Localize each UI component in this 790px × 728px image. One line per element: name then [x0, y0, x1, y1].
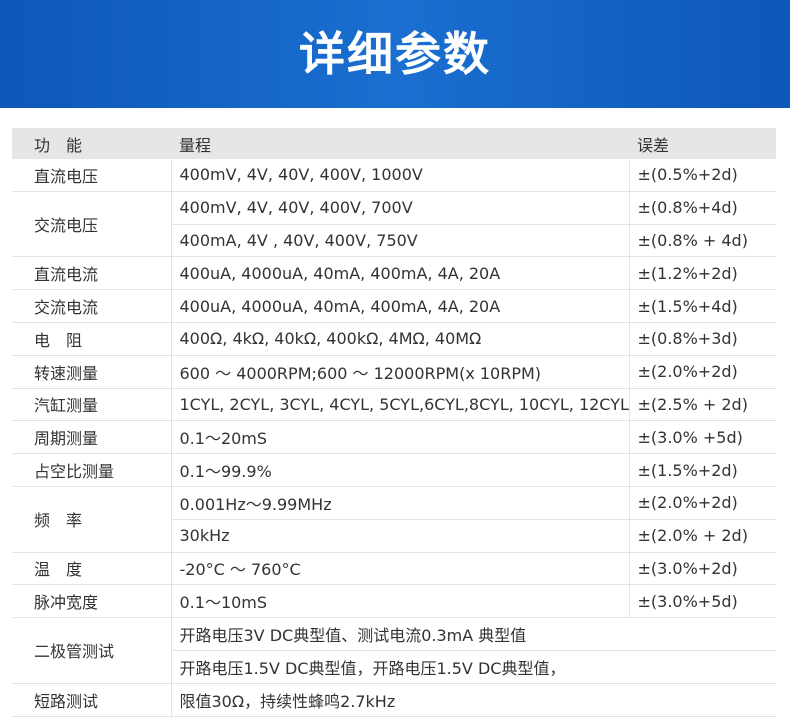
table-row: 电 阻 400Ω, 4kΩ, 40kΩ, 400kΩ, 4MΩ, 40MΩ ±(0.…	[12, 322, 776, 356]
cell-error: ±(2.0% + 2d)	[629, 519, 776, 553]
cell-error: ±(0.8%+4d)	[629, 191, 776, 225]
cell-range: 400Ω, 4kΩ, 40kΩ, 400kΩ, 4MΩ, 40MΩ	[171, 322, 630, 356]
header-range: 量程	[171, 128, 629, 159]
table-row: 交流电压 400mV, 4V, 40V, 400V, 700V ±(0.8%+4d)	[12, 191, 776, 258]
cell-range: 限值30Ω，持续性蜂鸣2.7kHz	[171, 683, 776, 717]
cell-error: ±(1.5%+4d)	[629, 289, 776, 323]
cell-function: 周期测量	[12, 420, 172, 455]
cell-error: ±(0.8%+3d)	[629, 322, 776, 356]
cell-error: ±(0.8% + 4d)	[629, 224, 776, 258]
cell-error: ±(3.0%+5d)	[629, 584, 776, 619]
cell-function: 占空比测量	[12, 453, 172, 487]
cell-range: 30kHz	[171, 519, 630, 553]
table-header-row: 功 能 量程 误差	[12, 128, 776, 159]
table-row: 温 度 -20°C ～ 760°C ±(3.0%+2d)	[12, 552, 776, 586]
cell-error: ±(1.2%+2d)	[629, 256, 776, 291]
cell-range: 400uA, 4000uA, 40mA, 400mA, 4A, 20A	[171, 256, 630, 291]
page-title: 详细参数	[299, 27, 491, 81]
cell-error: ±(2.5% + 2d)	[629, 388, 776, 422]
table-row: 占空比测量 0.1～99.9% ±(1.5%+2d)	[12, 453, 776, 487]
cell-range: 600 ～ 4000RPM;600 ～ 12000RPM(x 10RPM)	[171, 355, 630, 389]
table-row: 交流电流 400uA, 4000uA, 40mA, 400mA, 4A, 20A ±…	[12, 289, 776, 323]
cell-function: 频 率	[12, 486, 172, 553]
table-row: 转速测量 600 ～ 4000RPM;600 ～ 12000RPM(x 10RPM…	[12, 355, 776, 389]
header-banner: 详细参数	[0, 0, 790, 108]
cell-range: 400mA, 4V , 40V, 400V, 750V	[171, 224, 630, 258]
cell-error: ±(2.0%+2d)	[629, 486, 776, 520]
table-row: 二极管测试 开路电压3V DC典型值、测试电流0.3mA 典型值	[12, 617, 776, 684]
cell-function: 直流电压	[12, 159, 172, 192]
cell-range: 开路电压1.5V DC典型值，开路电压1.5V DC典型值，	[171, 650, 776, 684]
cell-function: 电 阻	[12, 322, 172, 356]
cell-function: 温 度	[12, 552, 172, 586]
cell-function: 二极管测试	[12, 617, 172, 684]
table-row: 短路测试 限值30Ω，持续性蜂鸣2.7kHz	[12, 683, 776, 717]
cell-function: 交流电压	[12, 191, 172, 258]
cell-range: 1CYL, 2CYL, 3CYL, 4CYL, 5CYL,6CYL,8CYL, …	[171, 388, 630, 422]
cell-error: ±(3.0%+2d)	[629, 552, 776, 586]
cell-function: 短路测试	[12, 683, 172, 717]
spec-table: 功 能 量程 误差 直流电压 400mV, 4V, 40V, 400V, 1000…	[12, 128, 776, 717]
header-error: 误差	[629, 128, 776, 159]
header-function: 功 能	[12, 128, 171, 159]
cell-function: 交流电流	[12, 289, 172, 323]
cell-range: 0.1～99.9%	[171, 453, 630, 487]
cell-range: 开路电压3V DC典型值、测试电流0.3mA 典型值	[171, 617, 776, 651]
table-row: 脉冲宽度 0.1～10mS ±(3.0%+5d)	[12, 584, 776, 619]
table-row: 频 率 0.001Hz～9.99MHz ±(2.0%+2d)	[12, 486, 776, 553]
cell-range: -20°C ～ 760°C	[171, 552, 630, 586]
table-row: 直流电流 400uA, 4000uA, 40mA, 400mA, 4A, 20A ±…	[12, 256, 776, 291]
cell-function: 脉冲宽度	[12, 584, 172, 619]
cell-range: 0.1～20mS	[171, 420, 630, 455]
cell-error: ±(1.5%+2d)	[629, 453, 776, 487]
table-body: 直流电压 400mV, 4V, 40V, 400V, 1000V ±(0.5%+2d…	[12, 159, 776, 717]
cell-range: 400mV, 4V, 40V, 400V, 700V	[171, 191, 630, 225]
cell-error: ±(3.0% +5d)	[629, 420, 776, 455]
cell-function: 汽缸测量	[12, 388, 172, 422]
table-row: 直流电压 400mV, 4V, 40V, 400V, 1000V ±(0.5%+2d…	[12, 159, 776, 192]
cell-range: 400mV, 4V, 40V, 400V, 1000V	[171, 159, 630, 192]
cell-function: 直流电流	[12, 256, 172, 291]
cell-range: 0.001Hz～9.99MHz	[171, 486, 630, 520]
cell-error: ±(0.5%+2d)	[629, 159, 776, 192]
cell-function: 转速测量	[12, 355, 172, 389]
table-row: 汽缸测量 1CYL, 2CYL, 3CYL, 4CYL, 5CYL,6CYL,8C…	[12, 388, 776, 422]
cell-range: 0.1～10mS	[171, 584, 630, 619]
cell-error: ±(2.0%+2d)	[629, 355, 776, 389]
cell-range: 400uA, 4000uA, 40mA, 400mA, 4A, 20A	[171, 289, 630, 323]
table-row: 周期测量 0.1～20mS ±(3.0% +5d)	[12, 420, 776, 455]
